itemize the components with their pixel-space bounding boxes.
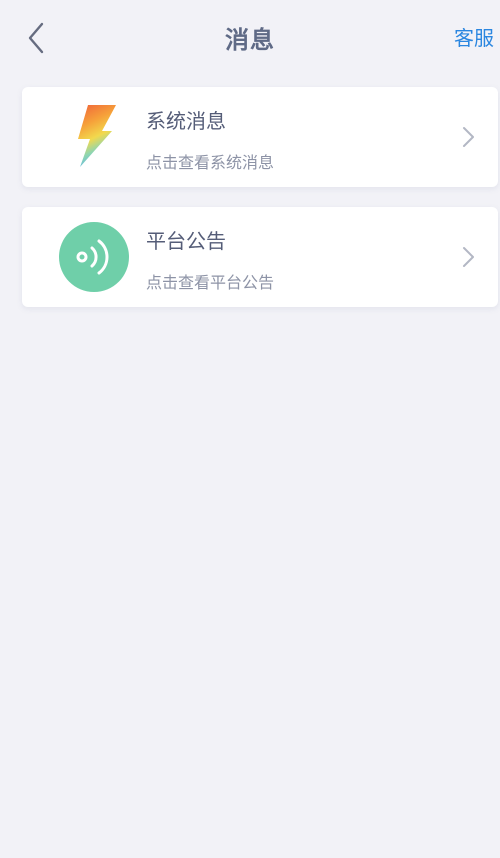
system-message-title: 系统消息 xyxy=(146,109,226,133)
platform-announcement-subtitle: 点击查看平台公告 xyxy=(146,273,275,292)
platform-announcement-title: 平台公告 xyxy=(146,229,226,253)
navigation-bar: 消息 客服 xyxy=(0,0,500,72)
chevron-right-icon xyxy=(463,247,474,267)
lightning-icon xyxy=(58,101,130,173)
platform-announcement-item[interactable]: 平台公告 点击查看平台公告 xyxy=(22,207,498,307)
customer-service-button[interactable]: 客服 xyxy=(454,22,494,51)
system-message-subtitle: 点击查看系统消息 xyxy=(146,153,275,172)
broadcast-icon xyxy=(58,221,130,293)
page-title: 消息 xyxy=(225,26,275,54)
system-message-item[interactable]: 系统消息 点击查看系统消息 xyxy=(22,87,498,187)
chevron-right-icon xyxy=(463,127,474,147)
